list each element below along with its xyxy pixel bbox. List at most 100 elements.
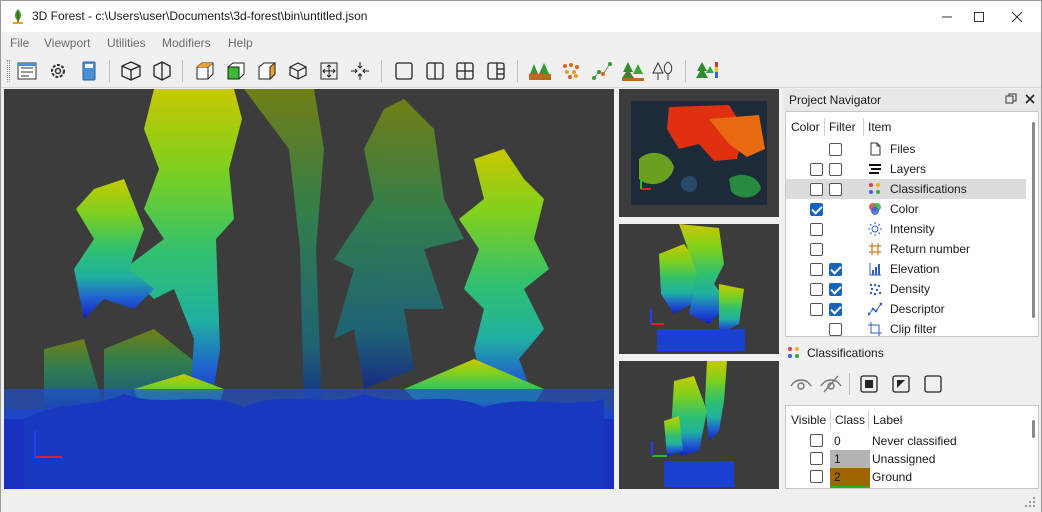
menu-file[interactable]: File <box>10 36 29 50</box>
clusters-button[interactable] <box>559 59 583 83</box>
tree-row-files[interactable]: Files <box>786 139 1026 159</box>
select-none-button[interactable] <box>921 372 945 396</box>
column-color[interactable]: Color <box>791 120 820 134</box>
color-checkbox[interactable] <box>810 183 823 196</box>
side-view-button[interactable] <box>255 59 279 83</box>
classification-row[interactable]: 1 Unassigned <box>786 450 1026 468</box>
tree-row-elevation[interactable]: Elevation <box>786 259 1026 279</box>
classifications-scrollbar[interactable] <box>1032 420 1035 438</box>
filter-checkbox[interactable] <box>829 303 842 316</box>
resize-grip-icon[interactable] <box>1025 497 1035 507</box>
classification-row[interactable]: 0 Never classified <box>786 432 1026 450</box>
center-view-button[interactable] <box>348 59 372 83</box>
two-columns-layout-button[interactable] <box>423 59 447 83</box>
front-view-icon <box>227 62 245 80</box>
classifications-table: Visible Class Label 0 Never classified 1… <box>785 405 1039 489</box>
menu-utilities[interactable]: Utilities <box>107 36 146 50</box>
zoom-extents-button[interactable] <box>317 59 341 83</box>
settings-button[interactable] <box>46 59 70 83</box>
select-all-button[interactable] <box>857 372 881 396</box>
classification-row[interactable]: 2 Ground <box>786 468 1026 486</box>
invert-selection-button[interactable] <box>889 372 913 396</box>
menu-viewport[interactable]: Viewport <box>44 36 90 50</box>
crown-button[interactable] <box>652 59 676 83</box>
panel-title: Project Navigator <box>789 93 882 107</box>
color-checkbox[interactable] <box>810 283 823 296</box>
column-label[interactable]: Label <box>873 413 902 427</box>
menu-modifiers[interactable]: Modifiers <box>162 36 211 50</box>
front-viewport[interactable] <box>619 224 779 354</box>
tree-row-density[interactable]: Density <box>786 279 1026 299</box>
column-item[interactable]: Item <box>868 120 891 134</box>
trees-button[interactable] <box>621 59 645 83</box>
color-checkbox[interactable] <box>810 223 823 236</box>
menu-help[interactable]: Help <box>228 36 253 50</box>
visible-checkbox[interactable] <box>810 452 823 465</box>
tree-row-descriptor[interactable]: Descriptor <box>786 299 1026 319</box>
return-number-icon <box>869 243 881 255</box>
float-panel-button[interactable] <box>1005 93 1017 105</box>
title-bar[interactable]: 3D Forest - c:\Users\user\Documents\3d-f… <box>1 1 1041 32</box>
single-layout-button[interactable] <box>392 59 416 83</box>
main-toolbar <box>1 54 1041 88</box>
visible-checkbox[interactable] <box>810 434 823 447</box>
tree-row-classifications[interactable]: Classifications <box>786 179 1026 199</box>
hide-all-button[interactable] <box>819 372 843 396</box>
tree-row-layers[interactable]: Layers <box>786 159 1026 179</box>
column-visible[interactable]: Visible <box>791 413 826 427</box>
color-checkbox[interactable] <box>810 203 823 216</box>
column-class[interactable]: Class <box>835 413 865 427</box>
intensity-icon <box>868 222 882 236</box>
color-checkbox[interactable] <box>810 303 823 316</box>
filter-checkbox[interactable] <box>829 143 842 156</box>
visible-checkbox[interactable] <box>810 470 823 483</box>
class-cell: 2 <box>830 468 870 486</box>
clip-filter-icon <box>868 322 882 336</box>
tree-row-intensity[interactable]: Intensity <box>786 219 1026 239</box>
filter-checkbox[interactable] <box>829 283 842 296</box>
top-viewport[interactable] <box>619 89 779 217</box>
tree-row-return-number[interactable]: Return number <box>786 239 1026 259</box>
tree-row-clip-filter[interactable]: Clip filter <box>786 319 1026 339</box>
orthographic-view-button[interactable] <box>150 59 174 83</box>
three-views-layout-button[interactable] <box>484 59 508 83</box>
filter-checkbox[interactable] <box>829 163 842 176</box>
tree-scrollbar[interactable] <box>1032 122 1035 318</box>
density-icon <box>869 283 882 296</box>
project-icon <box>17 62 37 80</box>
perspective-view-button[interactable] <box>119 59 143 83</box>
manual-button[interactable] <box>77 59 101 83</box>
class-cell <box>830 486 870 488</box>
column-filter[interactable]: Filter <box>829 120 856 134</box>
class-label: Ground <box>872 470 913 484</box>
ground-button[interactable] <box>528 59 552 83</box>
side-viewport[interactable] <box>619 361 779 489</box>
color-checkbox[interactable] <box>810 263 823 276</box>
toolbar-grip[interactable] <box>7 60 10 82</box>
close-button[interactable] <box>997 1 1037 32</box>
tree-attributes-button[interactable] <box>696 59 720 83</box>
classification-row-partial[interactable] <box>786 486 1026 488</box>
class-label: Never classified <box>872 434 957 448</box>
show-all-button[interactable] <box>789 372 813 396</box>
3d-view-button[interactable] <box>286 59 310 83</box>
project-button[interactable] <box>15 59 39 83</box>
main-3d-viewport[interactable] <box>4 89 614 489</box>
color-icon <box>869 203 881 215</box>
filter-checkbox[interactable] <box>829 263 842 276</box>
front-view-button[interactable] <box>224 59 248 83</box>
top-view-button[interactable] <box>193 59 217 83</box>
zoom-extents-icon <box>320 62 338 80</box>
grid-layout-button[interactable] <box>453 59 477 83</box>
descriptor-button[interactable] <box>590 59 614 83</box>
close-panel-button[interactable] <box>1024 93 1036 105</box>
color-checkbox[interactable] <box>810 243 823 256</box>
toolbar-separator <box>381 60 382 82</box>
filter-checkbox[interactable] <box>829 323 842 336</box>
color-checkbox[interactable] <box>810 163 823 176</box>
maximize-button[interactable] <box>959 1 999 32</box>
center-view-icon <box>351 62 369 80</box>
filter-checkbox[interactable] <box>829 183 842 196</box>
tree-item-label: Density <box>890 282 931 296</box>
tree-row-color[interactable]: Color <box>786 199 1026 219</box>
